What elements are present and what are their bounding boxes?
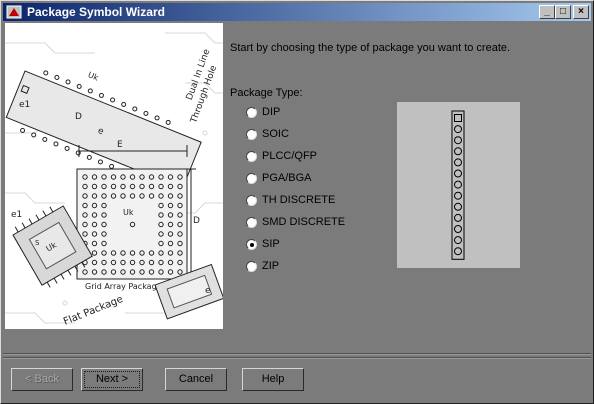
- app-icon: [6, 5, 22, 19]
- minimize-icon: _: [544, 6, 550, 17]
- close-icon: ×: [578, 6, 584, 17]
- illustration-label: D: [193, 216, 200, 226]
- sip-pin-1-square: [454, 114, 462, 122]
- radio-button-icon[interactable]: [246, 151, 257, 162]
- sip-pin: [454, 125, 462, 134]
- illustration-label: e: [205, 286, 211, 296]
- radio-button-icon[interactable]: [246, 261, 257, 272]
- sip-pin: [454, 180, 462, 189]
- maximize-icon: □: [559, 6, 567, 17]
- help-button[interactable]: Help: [242, 368, 304, 391]
- sip-pin: [454, 147, 462, 156]
- radio-label: SIP: [262, 238, 280, 250]
- illustration-label: Uk: [123, 208, 134, 217]
- separator-line: [3, 354, 591, 355]
- radio-label: TH DISCRETE: [262, 194, 336, 206]
- title-bar[interactable]: Package Symbol Wizard _ □ ×: [3, 3, 591, 21]
- maximize-button[interactable]: □: [555, 5, 571, 19]
- package-type-label: Package Type:: [230, 87, 303, 99]
- window-title: Package Symbol Wizard: [27, 5, 165, 19]
- radio-label: PGA/BGA: [262, 172, 312, 184]
- sip-pin: [454, 169, 462, 178]
- next-button[interactable]: Next >: [81, 368, 143, 391]
- separator-line: [3, 358, 591, 359]
- intro-text: Start by choosing the type of package yo…: [230, 42, 511, 54]
- radio-label: ZIP: [262, 260, 280, 272]
- illustration-label: e1: [19, 100, 30, 110]
- sip-pin: [454, 202, 462, 211]
- sip-pin: [454, 236, 462, 245]
- close-button[interactable]: ×: [573, 5, 589, 19]
- sip-pin: [454, 225, 462, 233]
- illustration-label: D: [75, 112, 82, 122]
- sip-pin: [454, 213, 462, 222]
- sip-pin: [454, 158, 462, 167]
- focus-rect: [84, 371, 140, 388]
- sip-pin: [454, 191, 462, 200]
- radio-button-icon[interactable]: [246, 129, 257, 140]
- illustration-label: S: [35, 239, 40, 247]
- radio-label: SMD DISCRETE: [262, 216, 346, 228]
- wizard-window: Package Symbol Wizard _ □ × Uk e Dual In…: [0, 0, 594, 404]
- illustration-label: e1: [11, 210, 22, 220]
- radio-label: PLCC/QFP: [262, 150, 318, 162]
- sip-pin: [454, 247, 462, 256]
- radio-button-icon[interactable]: [246, 195, 257, 206]
- radio-button-icon[interactable]: [246, 217, 257, 228]
- illustration-label: Grid Array Package: [85, 282, 162, 291]
- radio-label: DIP: [262, 106, 281, 118]
- package-illustration: Uk e Dual In Line Through Hole e1 D E Uk…: [5, 23, 223, 329]
- sip-pin: [454, 136, 462, 145]
- radio-label: SOIC: [262, 128, 289, 140]
- radio-button-icon[interactable]: [246, 173, 257, 184]
- minimize-button[interactable]: _: [539, 5, 555, 19]
- illustration-label: E: [117, 140, 123, 150]
- radio-button-icon[interactable]: [246, 239, 257, 250]
- back-button[interactable]: < Back: [11, 368, 73, 391]
- radio-button-icon[interactable]: [246, 107, 257, 118]
- cancel-button[interactable]: Cancel: [165, 368, 227, 391]
- sip-preview: [397, 102, 520, 268]
- radio-selected-dot-icon: [250, 243, 254, 247]
